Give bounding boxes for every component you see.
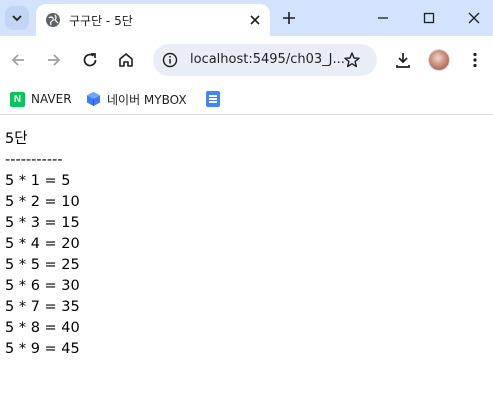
multiplication-row: 5 * 4 = 20 <box>5 236 80 252</box>
bookmark-label: NAVER <box>31 92 72 106</box>
maximize-button[interactable] <box>420 9 438 27</box>
multiplication-row: 5 * 8 = 40 <box>5 320 80 336</box>
bookmark-label: 네이버 MYBOX <box>107 92 187 107</box>
naver-icon: N <box>10 91 25 107</box>
more-menu-icon[interactable] <box>465 50 485 70</box>
address-bar[interactable]: localhost:5495/ch03_J... <box>153 44 377 76</box>
active-tab[interactable]: 구구단 - 5단 <box>36 4 270 36</box>
bookmarks-bar: N NAVER 네이버 MYBOX <box>0 84 493 115</box>
chevron-down-icon <box>12 15 22 22</box>
page-heading: 5단 <box>5 131 28 147</box>
back-arrow-icon[interactable] <box>8 50 28 70</box>
browser-window: 구구단 - 5단 localhost:5495/ch03_J... N NAVE… <box>0 0 493 415</box>
bookmark-naver[interactable]: N NAVER <box>10 90 72 108</box>
close-icon[interactable] <box>247 12 263 28</box>
new-tab-button[interactable] <box>280 9 298 27</box>
multiplication-row: 5 * 9 = 45 <box>5 341 80 357</box>
bookmark-mybox[interactable]: 네이버 MYBOX <box>86 90 187 108</box>
url-text[interactable]: localhost:5495/ch03_J... <box>190 52 345 67</box>
multiplication-row: 5 * 5 = 25 <box>5 257 80 273</box>
toolbar: localhost:5495/ch03_J... <box>0 36 493 84</box>
divider-line: ----------- <box>5 152 63 168</box>
minimize-button[interactable] <box>374 9 392 27</box>
bookmark-docs[interactable] <box>206 90 220 108</box>
reload-icon[interactable] <box>80 50 100 70</box>
close-window-button[interactable] <box>465 9 483 27</box>
forward-arrow-icon[interactable] <box>44 50 64 70</box>
tab-title: 구구단 - 5단 <box>69 14 133 28</box>
mybox-icon <box>87 92 100 106</box>
globe-icon <box>46 13 60 27</box>
download-icon[interactable] <box>393 50 413 70</box>
home-icon[interactable] <box>116 50 136 70</box>
multiplication-row: 5 * 3 = 15 <box>5 215 80 231</box>
site-info-icon[interactable] <box>162 52 178 68</box>
docs-icon <box>206 91 220 107</box>
multiplication-row: 5 * 2 = 10 <box>5 194 80 210</box>
multiplication-row: 5 * 1 = 5 <box>5 173 71 189</box>
bookmark-star-icon[interactable] <box>343 51 361 69</box>
multiplication-row: 5 * 7 = 35 <box>5 299 80 315</box>
multiplication-row: 5 * 6 = 30 <box>5 278 80 294</box>
multiplication-rows: 5 * 1 = 5 5 * 2 = 10 5 * 3 = 15 5 * 4 = 20 5… <box>5 171 485 360</box>
tab-search-button[interactable] <box>5 6 29 30</box>
profile-avatar[interactable] <box>429 50 449 70</box>
page-content: 5단 ----------- 5 * 1 = 5 5 * 2 = 10 5 * 3 … <box>5 129 485 360</box>
tab-strip: 구구단 - 5단 <box>0 0 493 36</box>
